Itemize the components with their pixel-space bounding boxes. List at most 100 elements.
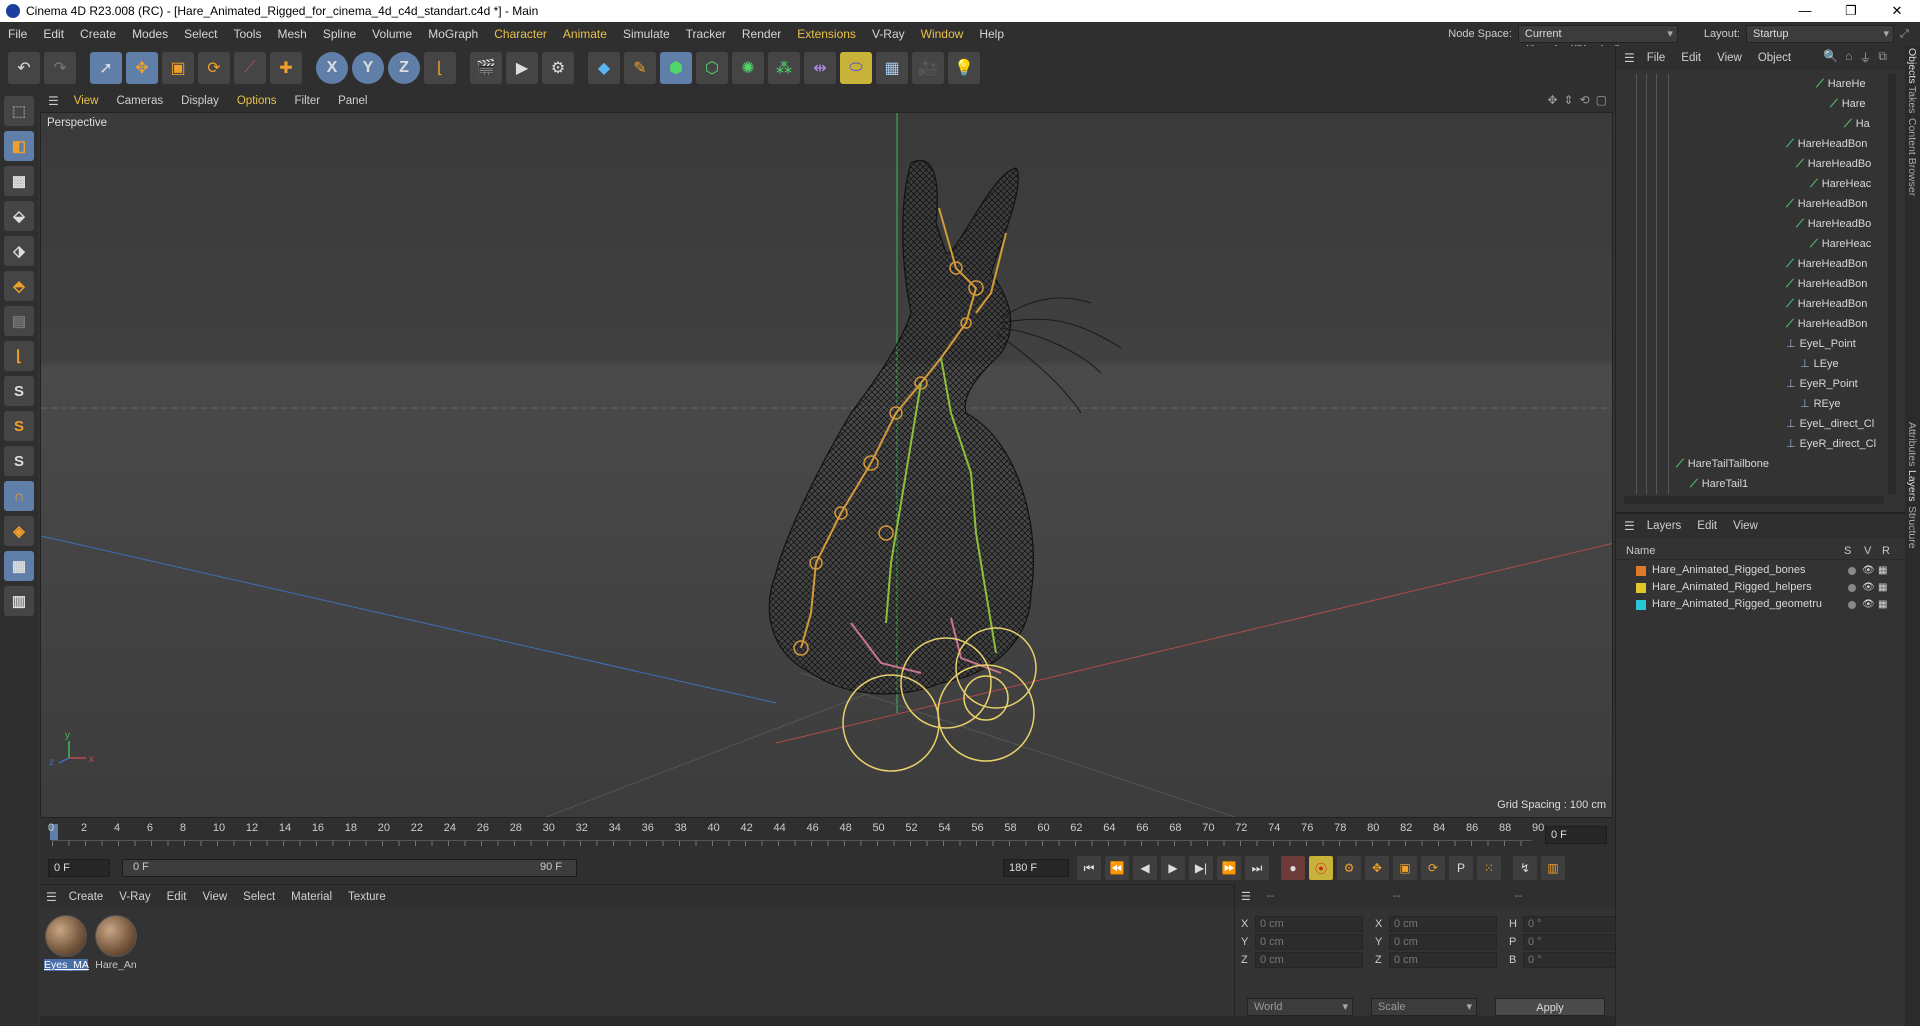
object-tree-item[interactable]: ⟋ HareHeac	[1810, 234, 1871, 254]
uv-mode-icon[interactable]: ▤	[4, 306, 34, 336]
menu-v-ray[interactable]: V-Ray	[864, 27, 913, 41]
menu-modes[interactable]: Modes	[124, 27, 176, 41]
timeline-icon[interactable]: ▥	[1541, 856, 1565, 880]
object-tree-item[interactable]: ⊥ EyeR_direct_Cl	[1786, 434, 1876, 454]
go-to-end-icon[interactable]: ⏭	[1245, 856, 1269, 880]
layer-menu-layers[interactable]: Layers	[1639, 520, 1690, 532]
menu-simulate[interactable]: Simulate	[615, 27, 678, 41]
array-icon[interactable]: ⁂	[768, 52, 800, 84]
object-tree-item[interactable]: ⊥ EyeR_Point	[1786, 374, 1858, 394]
layer-row[interactable]: Hare_Animated_Rigged_geometru 👁 ▦	[1622, 596, 1890, 613]
object-scrollbar[interactable]	[1888, 74, 1896, 494]
object-tree-item[interactable]: ⟋ HareHeadBon	[1786, 194, 1867, 214]
rotate-icon[interactable]: ⟳	[198, 52, 230, 84]
menu-render[interactable]: Render	[734, 27, 789, 41]
layer-menu-view[interactable]: View	[1725, 520, 1766, 532]
object-tree-item[interactable]: ⟋ HareHeadBon	[1786, 254, 1867, 274]
material-menu-texture[interactable]: Texture	[340, 891, 394, 903]
object-menu-file[interactable]: File	[1639, 52, 1674, 64]
apply-button[interactable]: Apply	[1495, 998, 1605, 1016]
object-horizontal-scrollbar[interactable]	[1624, 496, 1884, 504]
texture-mode-icon[interactable]: ▩	[4, 166, 34, 196]
symmetry-icon[interactable]: ⇹	[804, 52, 836, 84]
perspective-viewport[interactable]: y x z Perspective Grid Spacing : 100 cm	[40, 112, 1613, 818]
rotation-key-icon[interactable]: ⟳	[1421, 856, 1445, 880]
object-tree-item[interactable]: ⟋ Ha	[1844, 114, 1870, 134]
next-key-icon[interactable]: ⏩	[1217, 856, 1241, 880]
axis-mode-icon[interactable]: ⌊	[4, 341, 34, 371]
coordinate-system-icon[interactable]: ⌊	[424, 52, 456, 84]
snap-icon[interactable]: S	[4, 376, 34, 406]
transform-icon[interactable]: ✚	[270, 52, 302, 84]
object-tree-item[interactable]: ⟋ HareHeadBon	[1786, 314, 1867, 334]
minimize-icon[interactable]: —	[1782, 0, 1828, 22]
object-menu-object[interactable]: Object	[1750, 52, 1799, 64]
viewport-menu-filter[interactable]: Filter	[286, 95, 330, 107]
menu-mograph[interactable]: MoGraph	[420, 27, 486, 41]
position-key-icon[interactable]: ✥	[1365, 856, 1389, 880]
side-tab-takes[interactable]: Takes	[1906, 86, 1918, 113]
menu-tools[interactable]: Tools	[225, 27, 269, 41]
object-tree-item[interactable]: ⊥ LEye	[1800, 354, 1839, 374]
next-frame-icon[interactable]: ▶|	[1189, 856, 1213, 880]
material-menu-v-ray[interactable]: V-Ray	[111, 891, 158, 903]
live-select-icon[interactable]: ➚	[90, 52, 122, 84]
y-axis-icon[interactable]: Y	[352, 52, 384, 84]
object-tree-item[interactable]: ⟋ HareHeadBo	[1796, 214, 1871, 234]
go-to-start-icon[interactable]: ⏮	[1077, 856, 1101, 880]
menu-select[interactable]: Select	[176, 27, 225, 41]
camera-icon[interactable]: 🎥	[912, 52, 944, 84]
menu-extensions[interactable]: Extensions	[789, 27, 864, 41]
object-menu-view[interactable]: View	[1709, 52, 1750, 64]
model-mode-icon[interactable]: ◧	[4, 131, 34, 161]
object-tree-item[interactable]: ⊥ EyeL_direct_Cl	[1786, 414, 1874, 434]
search-icon[interactable]: 🔍	[1823, 49, 1838, 66]
material-menu-view[interactable]: View	[194, 891, 235, 903]
eye-icon[interactable]: 👁	[1862, 596, 1875, 613]
menu-edit[interactable]: Edit	[35, 27, 72, 41]
hamburger-icon[interactable]: ☰	[1624, 519, 1635, 533]
layer-row[interactable]: Hare_Animated_Rigged_helpers 👁 ▦	[1622, 579, 1890, 596]
scale-icon[interactable]: ▣	[162, 52, 194, 84]
recent-tool-icon[interactable]: ⟋	[234, 52, 266, 84]
menu-character[interactable]: Character	[486, 27, 555, 41]
object-menu-edit[interactable]: Edit	[1673, 52, 1709, 64]
coordinate-scale-dropdown[interactable]: Scale	[1371, 998, 1477, 1016]
object-tree-item[interactable]: ⟋ HareHeadBon	[1786, 134, 1867, 154]
floor-icon[interactable]: ▦	[876, 52, 908, 84]
size-field[interactable]: 0 cm	[1389, 916, 1497, 932]
pla-key-icon[interactable]: ⁙	[1477, 856, 1501, 880]
play-icon[interactable]: ▶	[1161, 856, 1185, 880]
side-tab-attributes[interactable]: Attributes	[1906, 422, 1918, 466]
position-field[interactable]: 0 cm	[1255, 934, 1363, 950]
current-frame-field[interactable]: 0 F	[1545, 826, 1607, 844]
layout-dropdown[interactable]: Startup	[1746, 25, 1894, 43]
x-axis-icon[interactable]: X	[316, 52, 348, 84]
home-icon[interactable]: ⌂	[1845, 49, 1852, 66]
side-tab-layers[interactable]: Layers	[1906, 470, 1918, 502]
magnet-icon[interactable]: ∩	[4, 481, 34, 511]
end-frame-field[interactable]: 180 F	[1003, 859, 1069, 877]
size-field[interactable]: 0 cm	[1389, 934, 1497, 950]
menu-spline[interactable]: Spline	[315, 27, 364, 41]
redo-icon[interactable]: ↷	[44, 52, 76, 84]
keyframe-selection-icon[interactable]: ⚙	[1337, 856, 1361, 880]
start-frame-field[interactable]: 0 F	[48, 859, 110, 877]
filter-icon[interactable]: ⏚	[1859, 49, 1871, 66]
make-editable-icon[interactable]: ⬚	[4, 96, 34, 126]
menu-animate[interactable]: Animate	[555, 27, 615, 41]
previous-key-icon[interactable]: ⏪	[1105, 856, 1129, 880]
undo-icon[interactable]: ↶	[8, 52, 40, 84]
locked-workplane-icon[interactable]: ▥	[4, 586, 34, 616]
object-tree[interactable]: ⟋ HareHe ⟋ Hare ⟋ Ha ⟋ HareHeadBon ⟋ HareHeadBo ⟋ H…	[1616, 74, 1886, 494]
quantize-icon[interactable]: S	[4, 446, 34, 476]
render-icon[interactable]: ▦	[1878, 596, 1890, 613]
object-tree-item[interactable]: ⟋ Hare	[1830, 94, 1866, 114]
cube-icon[interactable]: ◆	[588, 52, 620, 84]
viewport-menu-cameras[interactable]: Cameras	[107, 95, 172, 107]
workplane-icon[interactable]: ◈	[4, 516, 34, 546]
object-tree-item[interactable]: ⊥ REye	[1800, 394, 1841, 414]
object-tree-item[interactable]: ⟋ HareTail1	[1690, 474, 1748, 494]
move-icon[interactable]: ✥	[126, 52, 158, 84]
light-icon[interactable]: 💡	[948, 52, 980, 84]
